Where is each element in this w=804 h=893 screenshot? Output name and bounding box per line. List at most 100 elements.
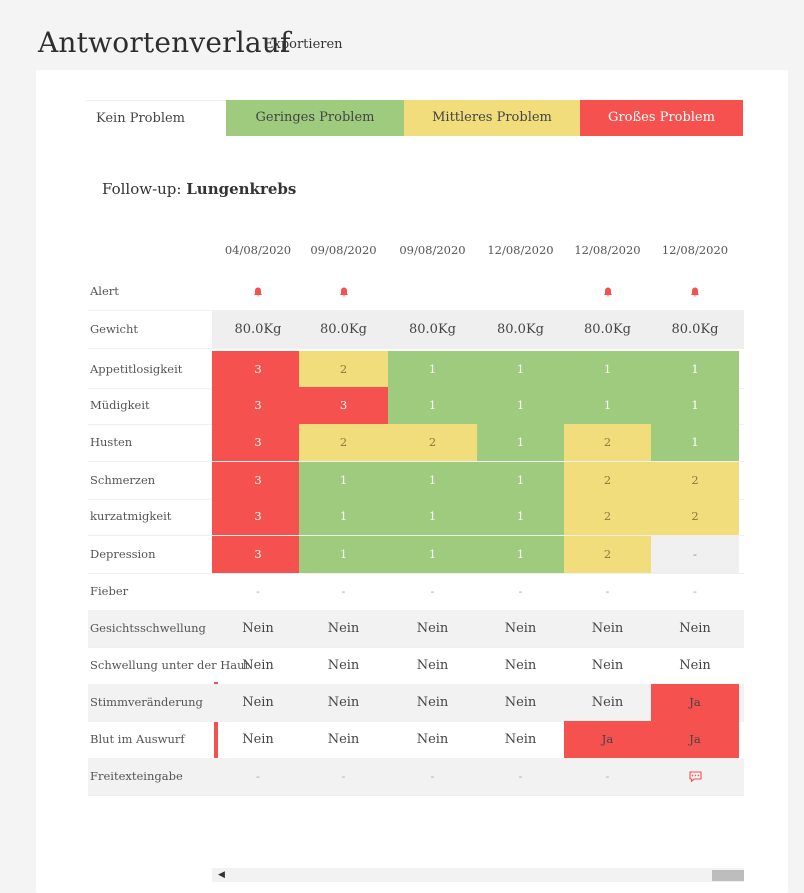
table-cell: - — [605, 769, 610, 783]
row-label: Fieber — [90, 584, 129, 598]
chat-bubble-icon[interactable] — [688, 771, 702, 782]
table-cell: Nein — [327, 658, 360, 673]
table-cell: 1 — [477, 536, 564, 573]
horizontal-scrollbar[interactable]: ◀ — [212, 868, 744, 882]
table-row: Gewicht 80.0Kg 80.0Kg 80.0Kg 80.0Kg 80.0Kg 80.… — [88, 311, 744, 349]
table-cell: - — [341, 769, 346, 783]
table-row: Alert — [88, 273, 744, 311]
table-cell: - — [341, 584, 346, 598]
table-cell: 80.0Kg — [234, 322, 282, 337]
table-row: Husten 3 2 2 1 2 1 — [88, 424, 744, 462]
table-row: kurzatmigkeit 3 1 1 1 2 2 — [88, 498, 744, 536]
table-row: Schwellung unter der Haut Nein Nein Nein Nei… — [88, 647, 744, 685]
table-cell: Nein — [416, 695, 449, 710]
history-card: Kein Problem Geringes Problem Mittleres … — [36, 70, 788, 893]
date-header: 12/08/2020 — [661, 243, 729, 257]
table-cell: Nein — [591, 658, 624, 673]
table-cell: Nein — [504, 732, 537, 747]
bell-icon — [339, 287, 348, 297]
table-cell: 1 — [388, 498, 477, 535]
table-cell: 3 — [212, 351, 304, 388]
table-row: Depression 3 1 1 1 2- — [88, 536, 744, 574]
table-cell: 1 — [564, 351, 651, 388]
page-title: Antwortenverlauf — [38, 26, 291, 59]
table-cell: 3 — [212, 424, 304, 461]
table-cell: 80.0Kg — [584, 322, 631, 337]
table-cell: 3 — [212, 498, 304, 535]
table-cell: 2 — [564, 498, 651, 535]
table-cell: - — [693, 584, 697, 598]
table-cell: 2 — [299, 351, 388, 388]
table-cell: 1 — [299, 536, 388, 573]
table-cell: Ja — [651, 721, 739, 758]
legend-major-problem: Großes Problem — [580, 100, 743, 136]
table-cell: Nein — [504, 621, 537, 636]
table-cell: 1 — [564, 387, 651, 424]
table-cell — [212, 273, 304, 310]
row-label: Alert — [90, 284, 119, 298]
export-link[interactable]: Exportieren — [264, 37, 343, 52]
table-cell: 1 — [388, 387, 477, 424]
table-cell: Nein — [679, 658, 711, 673]
table-cell: 1 — [388, 351, 477, 388]
table-cell: Nein — [416, 658, 449, 673]
followup-name: Lungenkrebs — [186, 180, 297, 198]
table-cell: 2 — [299, 424, 388, 461]
table-cell — [299, 273, 388, 310]
table-cell: Nein — [242, 695, 274, 710]
legend-no-problem: Kein Problem — [86, 100, 226, 136]
severity-legend: Kein Problem Geringes Problem Mittleres … — [86, 100, 743, 136]
table-cell: 3 — [212, 387, 304, 424]
row-label: kurzatmigkeit — [90, 509, 172, 523]
legend-minor-problem: Geringes Problem — [226, 100, 404, 136]
row-label: Stimmveränderung — [90, 695, 203, 709]
table-row: Fieber - - - - - - — [88, 573, 744, 611]
table-cell: 2 — [388, 424, 477, 461]
date-header: 12/08/2020 — [487, 243, 554, 257]
table-cell: - — [518, 584, 523, 598]
table-cell: 1 — [299, 462, 388, 499]
table-cell: Nein — [327, 621, 360, 636]
row-label: Freitexteingabe — [90, 769, 183, 783]
table-cell: Nein — [327, 695, 360, 710]
table-cell: Nein — [504, 658, 537, 673]
table-cell: 1 — [477, 462, 564, 499]
table-cell: 1 — [651, 424, 739, 461]
table-cell — [564, 273, 651, 310]
table-cell — [651, 273, 739, 310]
date-header: 09/08/2020 — [399, 243, 466, 257]
table-cell: Nein — [679, 621, 711, 636]
table-cell: Nein — [242, 732, 274, 747]
table-row: Müdigkeit 3 3 1 1 1 1 — [88, 387, 744, 425]
table-cell — [477, 273, 564, 310]
table-cell: 1 — [477, 387, 564, 424]
table-cell: - — [430, 769, 435, 783]
table-cell: 3 — [299, 387, 388, 424]
bell-icon — [691, 287, 699, 297]
table-cell: Ja — [651, 684, 739, 721]
table-cell: 1 — [299, 498, 388, 535]
table-cell: 1 — [651, 387, 739, 424]
table-cell: 2 — [564, 462, 651, 499]
table-cell: 2 — [564, 536, 651, 573]
row-label: Blut im Auswurf — [90, 732, 185, 746]
table-cell: - — [605, 584, 610, 598]
table-cell[interactable] — [651, 758, 739, 795]
table-cell: Nein — [242, 621, 274, 636]
chevron-left-icon[interactable]: ◀ — [218, 870, 225, 880]
date-header: 04/08/2020 — [224, 243, 292, 257]
table-cell: 80.0Kg — [320, 322, 367, 337]
table-cell: Nein — [416, 732, 449, 747]
table-cell: Nein — [327, 732, 360, 747]
table-cell: - — [651, 536, 739, 573]
table-cell: 2 — [651, 498, 739, 535]
scroll-thumb[interactable] — [712, 870, 744, 881]
table-row: Gesichtsschwellung Nein Nein Nein Nein Nein Ne… — [88, 610, 744, 648]
legend-medium-problem: Mittleres Problem — [404, 100, 580, 136]
table-cell: 80.0Kg — [497, 322, 544, 337]
table-cell — [388, 273, 477, 310]
table-cell: 1 — [477, 424, 564, 461]
row-label: Appetitlosigkeit — [90, 362, 183, 376]
table-cell: - — [256, 769, 260, 783]
bell-icon — [603, 287, 612, 297]
